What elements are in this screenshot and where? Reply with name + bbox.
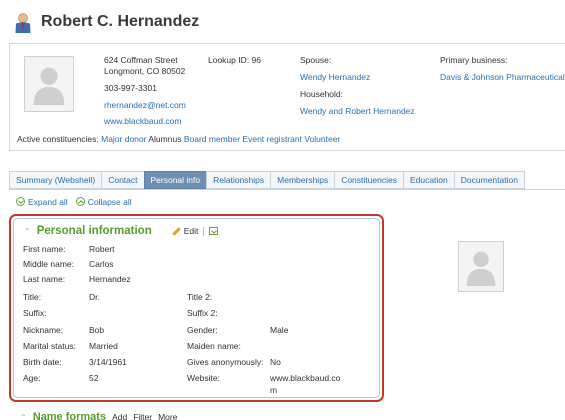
personal-info-section: ⌃ Personal information Edit First name: … bbox=[13, 218, 380, 398]
field-label: First name: bbox=[23, 244, 66, 254]
personal-info-photo bbox=[458, 241, 504, 292]
phone-number: 303-997-3301 bbox=[104, 83, 157, 93]
constituency-major-donor[interactable]: Major donor bbox=[101, 134, 146, 144]
website-value-link[interactable]: www.blackbaud.co bbox=[270, 373, 340, 383]
toolbar-separator bbox=[203, 226, 205, 236]
name-formats-header: ⌃ Name formats Add Filter More bbox=[20, 411, 177, 420]
field-label: Maiden name: bbox=[187, 341, 241, 351]
expand-all-button[interactable]: Expand all bbox=[16, 197, 68, 207]
section-options-icon[interactable] bbox=[209, 227, 219, 235]
household-link[interactable]: Wendy and Robert Hernandez bbox=[300, 106, 415, 116]
constituent-icon bbox=[13, 12, 33, 34]
constituent-summary-card: 624 Coffman Street Longmont, CO 80502 30… bbox=[9, 43, 565, 151]
active-constituencies: Active constituencies: Major donor Alumn… bbox=[17, 134, 340, 144]
tab-relationships[interactable]: Relationships bbox=[206, 171, 271, 189]
collapse-all-button[interactable]: Collapse all bbox=[75, 197, 132, 207]
tabs-divider bbox=[9, 189, 565, 190]
address-line-2: Longmont, CO 80502 bbox=[104, 66, 186, 76]
field-label: Gives anonymously: bbox=[187, 357, 264, 367]
pencil-icon bbox=[171, 226, 181, 236]
personal-info-header: ⌃ Personal information Edit bbox=[24, 225, 219, 237]
active-constituencies-label: Active constituencies: bbox=[17, 134, 99, 144]
constituent-photo bbox=[24, 56, 74, 112]
constituency-event-registrant[interactable]: Event registrant bbox=[242, 134, 302, 144]
middle-name-value: Carlos bbox=[89, 259, 114, 269]
collapse-icon bbox=[75, 197, 85, 206]
marital-status-value: Married bbox=[89, 341, 118, 351]
field-label: Title: bbox=[23, 292, 42, 302]
add-button[interactable]: Add bbox=[112, 412, 127, 420]
expand-collapse-toolbar: Expand all Collapse all bbox=[16, 197, 132, 207]
constituency-volunteer[interactable]: Volunteer bbox=[304, 134, 340, 144]
tab-bar: Summary (Webshell) Contact Personal info… bbox=[9, 171, 525, 189]
more-button[interactable]: More bbox=[158, 412, 177, 420]
gives-anonymously-value: No bbox=[270, 357, 281, 367]
page-title: Robert C. Hernandez bbox=[41, 13, 200, 30]
field-label: Suffix 2: bbox=[187, 308, 218, 318]
field-label: Title 2: bbox=[187, 292, 213, 302]
spouse-label: Spouse: bbox=[300, 55, 332, 65]
field-label: Age: bbox=[23, 373, 41, 383]
field-label: Nickname: bbox=[23, 325, 64, 335]
email-link[interactable]: rhernandez@net.com bbox=[104, 100, 186, 110]
collapse-section-icon[interactable]: ⌃ bbox=[24, 227, 31, 236]
household-label: Household: bbox=[300, 89, 344, 99]
address-line-1: 624 Coffman Street bbox=[104, 55, 178, 65]
tab-summary[interactable]: Summary (Webshell) bbox=[9, 171, 102, 189]
title-value: Dr. bbox=[89, 292, 100, 302]
nickname-value: Bob bbox=[89, 325, 105, 335]
expand-section-icon[interactable]: ⌃ bbox=[20, 413, 27, 420]
primary-business-link[interactable]: Davis & Johnson Pharmaceuticals bbox=[440, 72, 565, 82]
lookup-id: Lookup ID: 96 bbox=[208, 55, 261, 65]
constituency-board-member[interactable]: Board member bbox=[184, 134, 240, 144]
field-label: Marital status: bbox=[23, 341, 76, 351]
tab-contact[interactable]: Contact bbox=[101, 171, 144, 189]
name-formats-title: Name formats bbox=[32, 411, 107, 420]
last-name-value: Hernandez bbox=[89, 274, 131, 284]
field-label: Website: bbox=[187, 373, 220, 383]
field-label: Middle name: bbox=[23, 259, 75, 269]
tab-constituencies[interactable]: Constituencies bbox=[334, 171, 403, 189]
personal-info-highlight: ⌃ Personal information Edit First name: … bbox=[9, 214, 384, 402]
birth-date-value: 3/14/1961 bbox=[89, 357, 127, 367]
tab-education[interactable]: Education bbox=[402, 171, 454, 189]
tab-memberships[interactable]: Memberships bbox=[270, 171, 335, 189]
field-label: Birth date: bbox=[23, 357, 62, 367]
tab-personal-info[interactable]: Personal info bbox=[143, 171, 207, 189]
age-value: 52 bbox=[89, 373, 99, 383]
field-label: Gender: bbox=[187, 325, 218, 335]
tab-documentation[interactable]: Documentation bbox=[453, 171, 525, 189]
edit-button[interactable]: Edit bbox=[171, 226, 198, 236]
website-link[interactable]: www.blackbaud.com bbox=[104, 116, 181, 126]
lookup-id-value: 96 bbox=[251, 55, 261, 65]
field-label: Suffix: bbox=[23, 308, 47, 318]
field-label: Last name: bbox=[23, 274, 66, 284]
spouse-link[interactable]: Wendy Hernandez bbox=[300, 72, 370, 82]
primary-business-label: Primary business: bbox=[440, 55, 508, 65]
constituency-alumnus: Alumnus bbox=[148, 134, 182, 144]
section-title: Personal information bbox=[36, 225, 152, 237]
lookup-id-label: Lookup ID: bbox=[208, 55, 250, 65]
gender-value: Male bbox=[270, 325, 289, 335]
filter-button[interactable]: Filter bbox=[133, 412, 152, 420]
website-value-link-wrap[interactable]: m bbox=[270, 385, 277, 395]
first-name-value: Robert bbox=[89, 244, 115, 254]
expand-icon bbox=[16, 197, 25, 206]
